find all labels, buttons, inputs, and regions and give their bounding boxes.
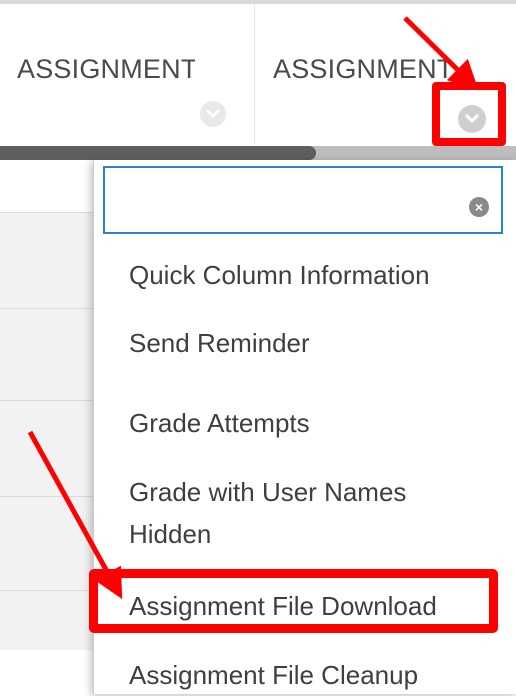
annotation-arrows <box>27 16 479 600</box>
arrow-to-download-item <box>27 430 123 600</box>
arrow-to-column-menu <box>403 16 479 91</box>
